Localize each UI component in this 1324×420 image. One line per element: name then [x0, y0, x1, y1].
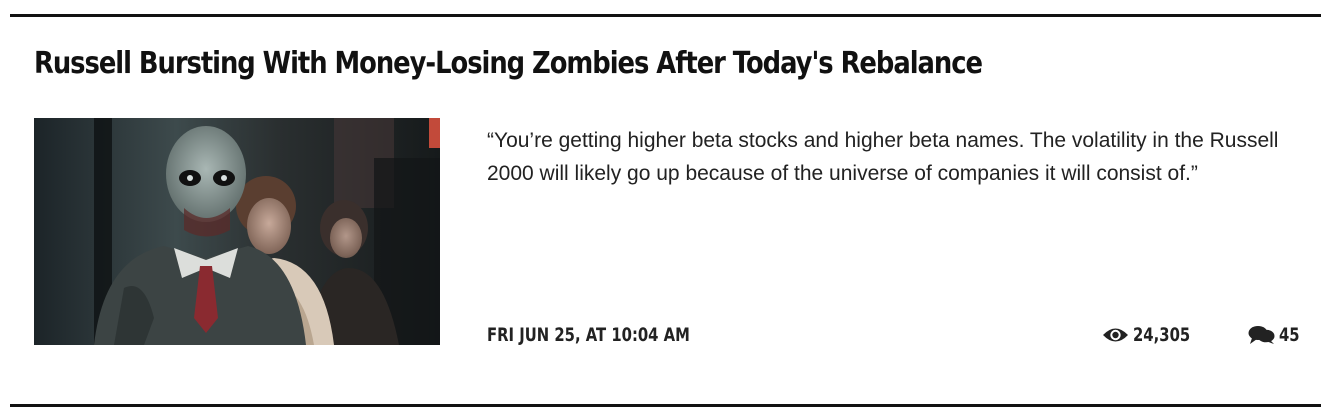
zombie-photo [34, 118, 440, 345]
view-count-value: 24,305 [1133, 324, 1191, 346]
article-teaser: “You’re getting higher beta stocks and h… [487, 129, 1279, 185]
view-count: 24,305 [1102, 324, 1206, 346]
top-divider [10, 14, 1321, 17]
comment-count[interactable]: 45 [1248, 324, 1305, 346]
eye-icon [1102, 326, 1129, 344]
comment-count-value: 45 [1279, 324, 1300, 346]
article-date: FRI JUN 25, AT 10:04 AM [487, 324, 690, 346]
article-thumbnail[interactable] [34, 118, 440, 345]
speech-bubbles-icon [1248, 325, 1275, 345]
article-title[interactable]: Russell Bursting With Money-Losing Zombi… [34, 46, 983, 81]
bottom-divider [10, 404, 1321, 407]
